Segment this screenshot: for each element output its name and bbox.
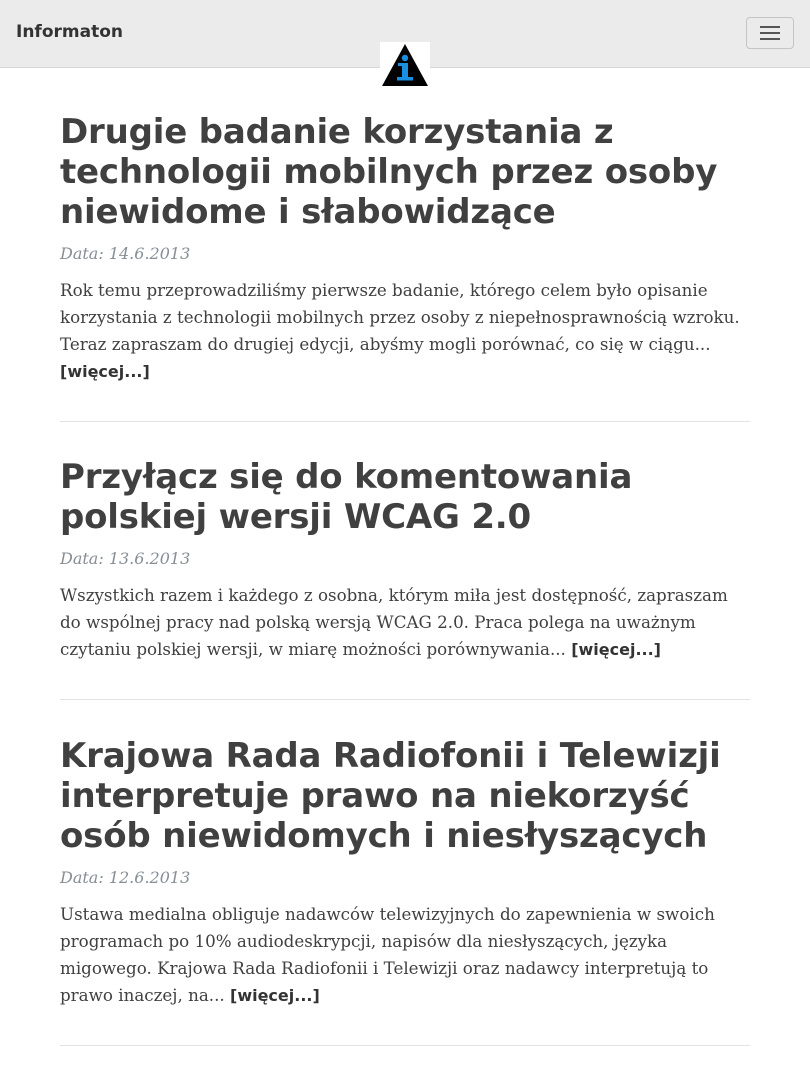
post-excerpt-text: Rok temu przeprowadziliśmy pierwsze bada… [60, 280, 740, 354]
read-more-link[interactable]: [więcej...] [60, 362, 150, 381]
post-preview: Drugie badanie korzystania z technologii… [60, 88, 750, 422]
navbar-toggle-button[interactable] [746, 17, 794, 49]
post-title[interactable]: Drugie badanie korzystania z technologii… [60, 112, 750, 232]
post-excerpt: Rok temu przeprowadziliśmy pierwsze bada… [60, 277, 750, 385]
post-date: Data: 13.6.2013 [60, 549, 191, 568]
post-preview: Krajowa Rada Radiofonii i Telewizji inte… [60, 700, 750, 1046]
site-brand-link[interactable]: Informaton [16, 22, 123, 42]
read-more-link[interactable]: [więcej...] [230, 986, 320, 1005]
post-title[interactable]: Krajowa Rada Radiofonii i Telewizji inte… [60, 736, 750, 856]
read-more-link[interactable]: [więcej...] [571, 640, 661, 659]
post-list: Drugie badanie korzystania z technologii… [60, 88, 750, 1046]
hamburger-menu-icon [760, 26, 780, 40]
post-excerpt: Wszystkich razem i każdego z osobna, któ… [60, 582, 750, 663]
post-excerpt: Ustawa medialna obliguje nadawców telewi… [60, 901, 750, 1009]
site-logo[interactable] [380, 42, 430, 88]
post-excerpt-text: Ustawa medialna obliguje nadawców telewi… [60, 904, 715, 1005]
information-logo-icon [382, 44, 428, 86]
post-preview: Przyłącz się do komentowania polskiej we… [60, 422, 750, 700]
post-date: Data: 14.6.2013 [60, 244, 191, 263]
post-date: Data: 12.6.2013 [60, 868, 191, 887]
post-title[interactable]: Przyłącz się do komentowania polskiej we… [60, 457, 750, 537]
